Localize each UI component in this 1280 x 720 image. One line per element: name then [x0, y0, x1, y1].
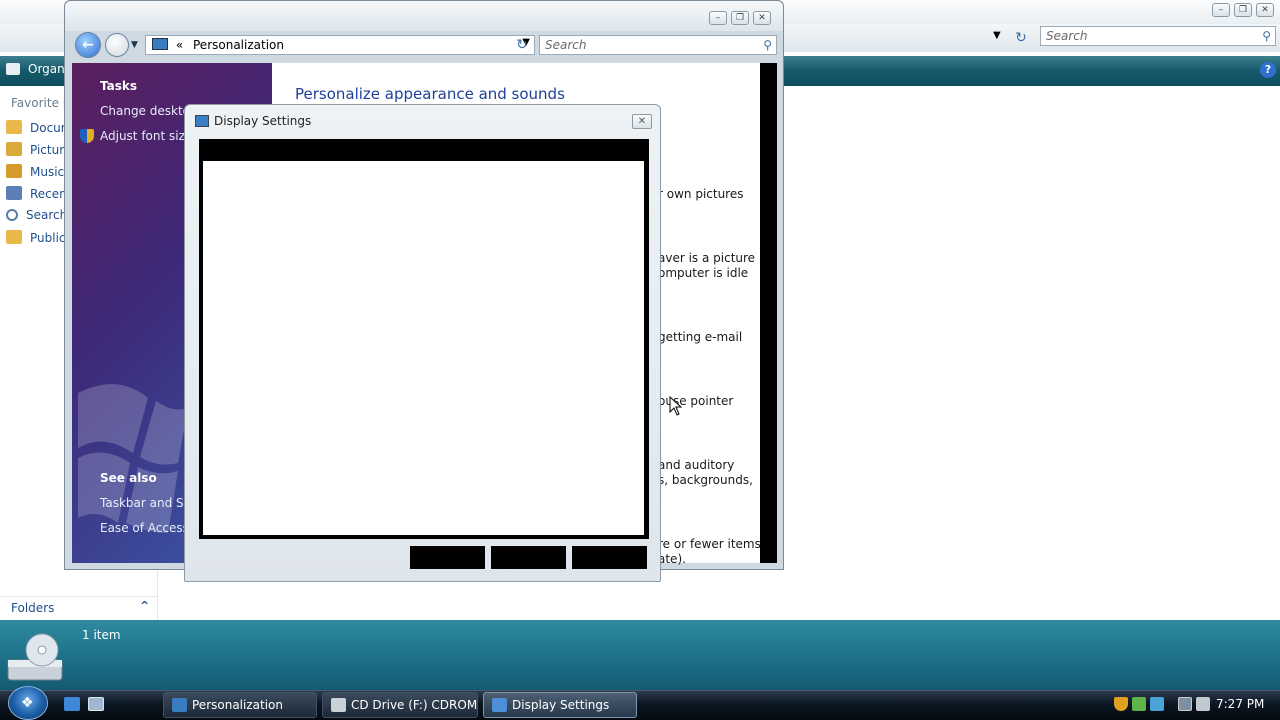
pers-search-icon[interactable]: ⚲	[763, 38, 772, 52]
tasks-header: Tasks	[100, 79, 138, 93]
personalization-address-bar: ← ▼ « Personalization ▼ ↻ Search ⚲	[71, 31, 779, 59]
display-settings-titlebar[interactable]: Display Settings	[185, 105, 660, 135]
cd-drive-icon	[331, 698, 346, 712]
pers-close-button[interactable]: ✕	[753, 11, 771, 25]
start-button[interactable]: ❖	[8, 686, 48, 720]
bg-search-input[interactable]: Search ⚲	[1040, 26, 1276, 46]
bg-history-dropdown-icon[interactable]: ▼	[993, 30, 1001, 41]
mouse-cursor-icon	[669, 396, 683, 416]
tray-icon[interactable]	[1150, 697, 1164, 711]
organize-icon	[6, 63, 20, 75]
bg-close-button[interactable]: ✕	[1256, 3, 1274, 17]
display-settings-dialog: Display Settings ✕	[184, 104, 661, 582]
nav-link-documents[interactable]: Docum	[6, 120, 72, 138]
breadcrumb-personalization[interactable]: Personalization	[193, 38, 284, 52]
internet-explorer-icon[interactable]	[64, 697, 80, 711]
cancel-button[interactable]	[491, 546, 566, 569]
dialog-title: Display Settings	[214, 114, 312, 128]
windows-logo-watermark	[78, 384, 188, 533]
security-shield-tray-icon[interactable]	[1114, 697, 1128, 711]
help-icon[interactable]: ?	[1260, 62, 1276, 78]
bg-search-icon[interactable]: ⚲	[1262, 29, 1271, 43]
address-path[interactable]: « Personalization ▼	[145, 35, 535, 55]
apply-button[interactable]	[572, 546, 647, 569]
personalization-titlebar[interactable]: – ❐ ✕	[65, 1, 783, 31]
cd-drive-icon	[7, 633, 63, 681]
theme-description-line1: and auditory	[658, 458, 735, 472]
bg-refresh-icon[interactable]: ↻	[1010, 28, 1032, 48]
control-panel-icon	[152, 38, 168, 50]
bg-restore-button[interactable]: ❐	[1234, 3, 1252, 17]
nav-link-music[interactable]: Music	[6, 164, 64, 182]
recent-items-icon	[6, 186, 22, 200]
refresh-icon[interactable]: ↻	[511, 35, 533, 55]
bg-minimize-button[interactable]: –	[1212, 3, 1230, 17]
unrendered-settings-panel	[203, 161, 644, 535]
sounds-description: getting e-mail	[658, 330, 743, 344]
organize-button[interactable]: Organ	[6, 62, 65, 76]
pers-restore-button[interactable]: ❐	[731, 11, 749, 25]
dialog-close-button[interactable]: ✕	[632, 114, 652, 129]
see-also-taskbar-start-menu[interactable]: Taskbar and Sta	[100, 496, 196, 510]
theme-description-line2: s, backgrounds,	[658, 473, 753, 487]
display-settings-description-line2: ate).	[658, 552, 686, 566]
page-title: Personalize appearance and sounds	[295, 85, 565, 103]
pictures-folder-icon	[6, 142, 22, 156]
switch-windows-icon[interactable]	[88, 697, 104, 711]
network-icon[interactable]	[1178, 697, 1192, 711]
display-settings-description-line1: re or fewer items	[658, 537, 761, 551]
taskbar-item-personalization[interactable]: Personalization	[163, 692, 317, 718]
unrendered-scrollbar[interactable]	[760, 63, 777, 563]
nav-link-pictures[interactable]: Picture	[6, 142, 71, 160]
pers-minimize-button[interactable]: –	[709, 11, 727, 25]
taskbar-item-cd-drive[interactable]: CD Drive (F:) CDROM	[322, 692, 478, 718]
nav-link-recent[interactable]: Recent	[6, 186, 71, 204]
task-change-desktop-icons[interactable]: Change desktop	[100, 104, 198, 118]
display-settings-icon	[492, 698, 507, 712]
see-also-header: See also	[100, 471, 157, 485]
taskbar-item-display-settings[interactable]: Display Settings	[483, 692, 637, 718]
back-button[interactable]: ←	[75, 32, 101, 58]
recent-pages-dropdown-icon[interactable]: ▼	[131, 40, 138, 50]
forward-button[interactable]	[105, 33, 129, 57]
screen-saver-description-line1: aver is a picture	[658, 251, 756, 265]
windows-flag-icon: ❖	[21, 695, 34, 711]
nav-link-searches[interactable]: Search	[6, 208, 67, 226]
ok-button[interactable]	[410, 546, 485, 569]
breadcrumb-overflow[interactable]: «	[176, 38, 183, 52]
chevron-up-icon[interactable]: ^	[140, 599, 149, 612]
folders-toggle[interactable]: Folders ^	[0, 596, 158, 620]
nav-link-public[interactable]: Public	[6, 230, 66, 248]
search-icon	[6, 209, 18, 221]
display-settings-icon	[195, 115, 209, 127]
desktop-background-description: r own pictures	[658, 187, 744, 201]
details-pane: 1 item	[0, 620, 1280, 690]
folder-icon	[6, 120, 22, 134]
uac-shield-icon	[80, 129, 94, 143]
pers-search-input[interactable]: Search ⚲	[539, 35, 777, 55]
volume-icon[interactable]	[1196, 697, 1210, 711]
see-also-ease-of-access[interactable]: Ease of Access	[100, 521, 189, 535]
tray-icon[interactable]	[1132, 697, 1146, 711]
public-folder-icon	[6, 230, 22, 244]
screen-saver-description-line2: omputer is idle	[658, 266, 749, 280]
music-folder-icon	[6, 164, 22, 178]
task-adjust-font-size[interactable]: Adjust font size	[100, 129, 192, 143]
clock[interactable]: 7:27 PM	[1216, 697, 1264, 711]
control-panel-icon	[172, 698, 187, 712]
item-count: 1 item	[82, 628, 121, 642]
